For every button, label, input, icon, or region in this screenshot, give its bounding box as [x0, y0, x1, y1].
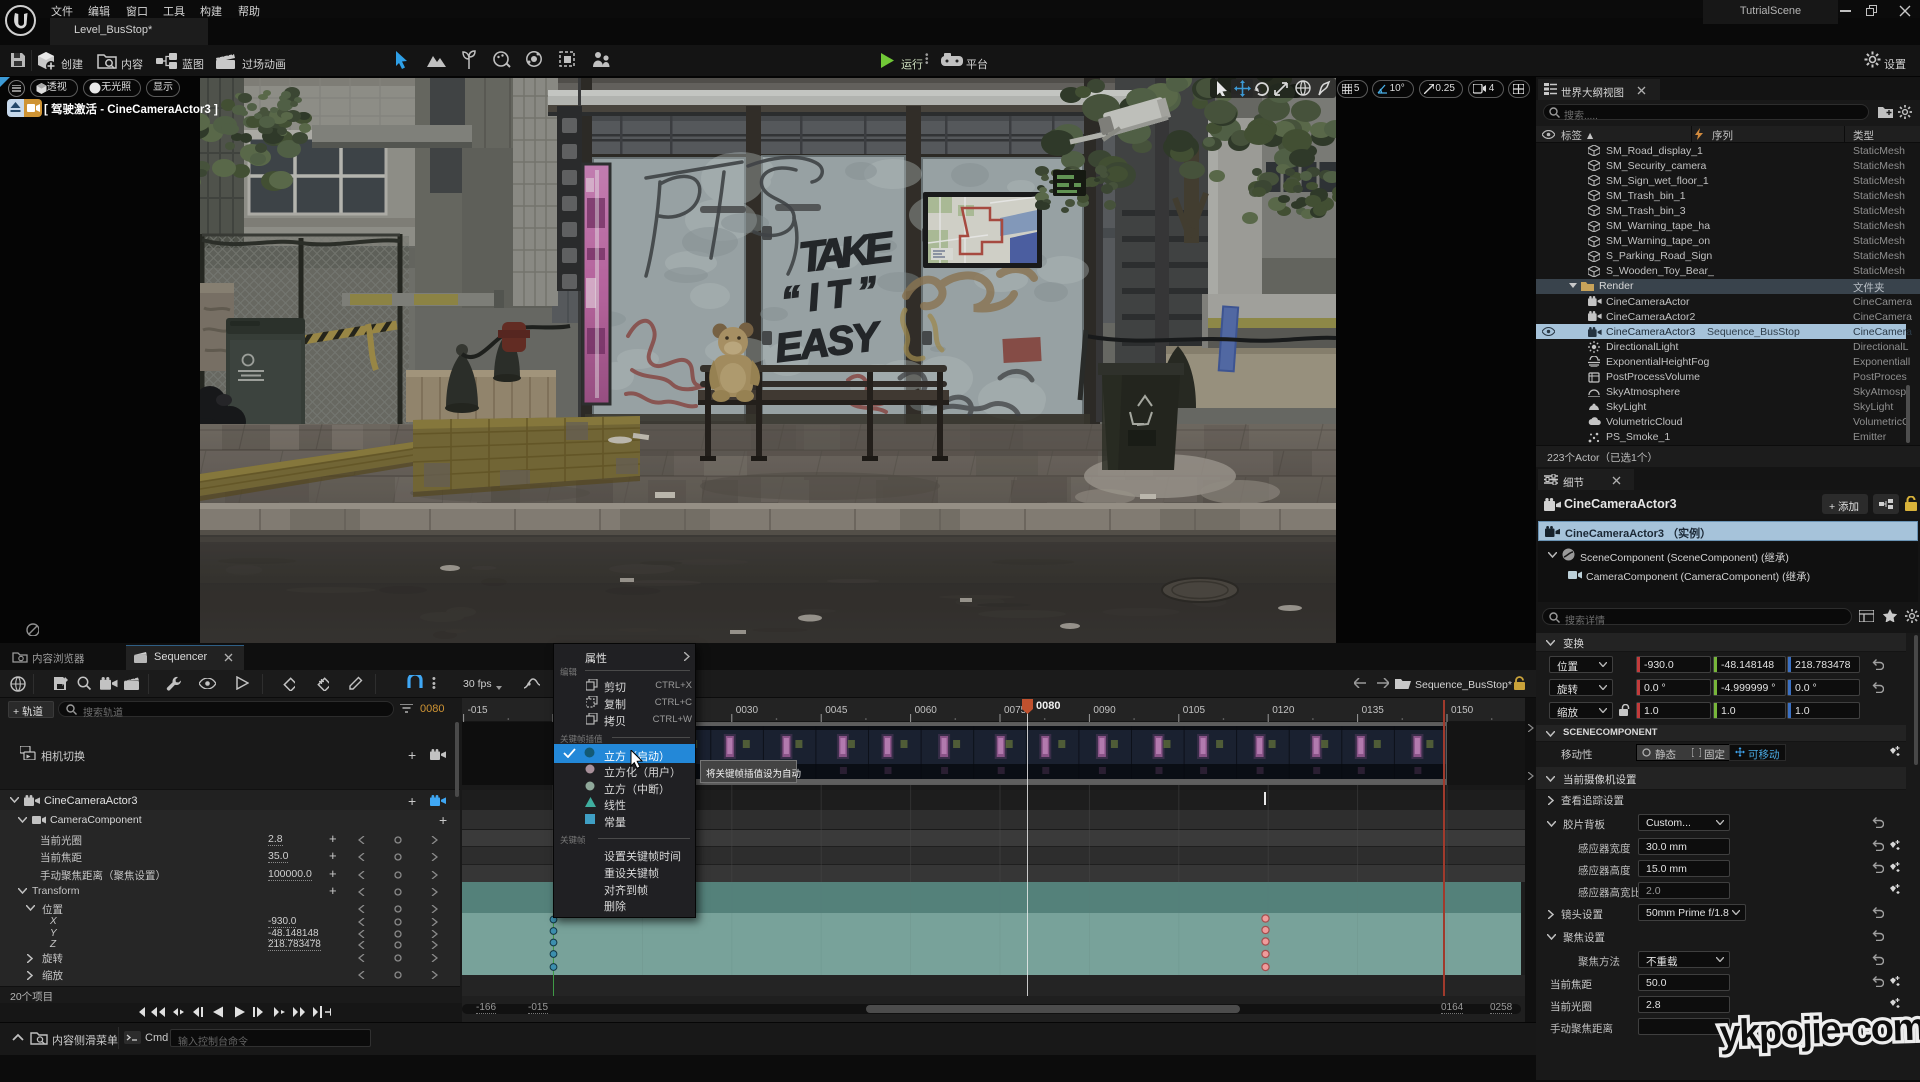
svg-text:0090: 0090 [1093, 705, 1116, 716]
svg-text:-015: -015 [468, 705, 488, 716]
svg-text:0135: 0135 [1362, 705, 1385, 716]
svg-text:0120: 0120 [1272, 705, 1295, 716]
svg-text:0150: 0150 [1451, 705, 1474, 716]
svg-text:0030: 0030 [736, 705, 759, 716]
svg-text:0045: 0045 [825, 705, 848, 716]
svg-text:0105: 0105 [1183, 705, 1206, 716]
svg-text:0060: 0060 [915, 705, 938, 716]
